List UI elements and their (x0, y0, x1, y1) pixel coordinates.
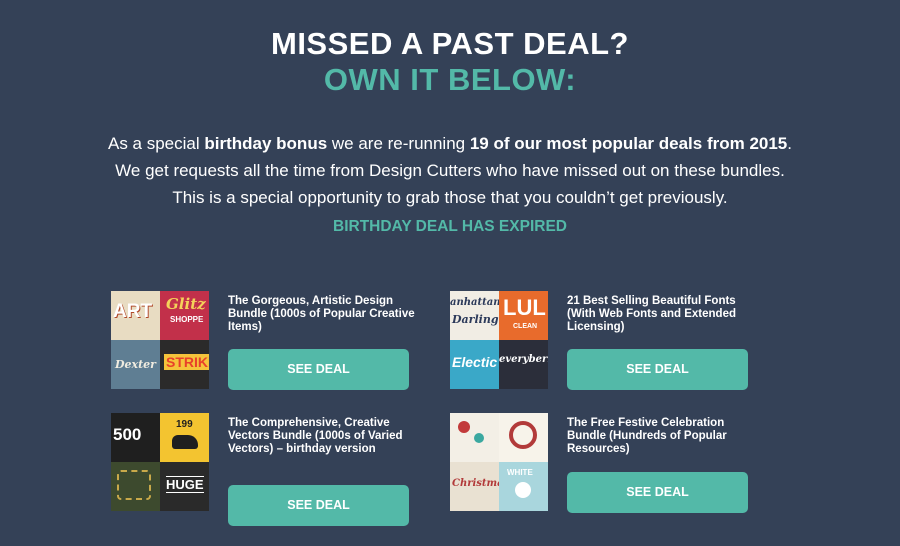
see-deal-button[interactable]: SEE DEAL (567, 349, 748, 390)
see-deal-button[interactable]: SEE DEAL (228, 349, 409, 390)
thumb-text: Christmas (452, 478, 499, 489)
thumb-text: ART (113, 301, 153, 322)
deal-card-best-selling-fonts: anhattan Darling LUL CLEAN Electic every… (450, 291, 760, 391)
deal-thumbnail[interactable]: Christmas WHITE (450, 413, 548, 511)
thumb-text: Electic (452, 354, 498, 370)
headline: MISSED A PAST DEAL? OWN IT BELOW: (0, 26, 900, 98)
thumb-text: SHOPPE (170, 315, 204, 324)
see-deal-button[interactable]: SEE DEAL (228, 485, 409, 526)
intro-paragraph-3: This is a special opportunity to grab th… (172, 188, 728, 207)
deal-title[interactable]: The Gorgeous, Artistic Design Bundle (10… (228, 295, 423, 334)
thumb-text: CLEAN (513, 323, 538, 330)
deal-card-festive-celebration-bundle: Christmas WHITE The Free Festive Celebra… (450, 413, 760, 513)
deal-title[interactable]: 21 Best Selling Beautiful Fonts (With We… (567, 295, 762, 334)
bear-icon (172, 435, 198, 449)
expired-notice: BIRTHDAY DEAL HAS EXPIRED (333, 218, 567, 235)
deal-title[interactable]: The Free Festive Celebration Bundle (Hun… (567, 417, 762, 456)
thumb-text: everyberry (499, 354, 548, 365)
thumb-text: 199 (176, 419, 193, 430)
deal-card-creative-vectors-bundle: 500 199 HUGE The Comprehensive, Creative… (111, 413, 423, 526)
deal-thumbnail[interactable]: anhattan Darling LUL CLEAN Electic every… (450, 291, 548, 389)
see-deal-button[interactable]: SEE DEAL (567, 472, 748, 513)
thumb-text: anhattan (450, 297, 499, 308)
thumb-text: LUL (503, 295, 546, 320)
intro-text: As a special birthday bonus we are re-ru… (60, 130, 840, 211)
thumb-text: Dexter (115, 358, 156, 371)
deal-thumbnail[interactable]: ART Glitz SHOPPE Dexter STRIKE (111, 291, 209, 389)
thumb-text: Darling (452, 313, 499, 326)
thumb-text: 500 (113, 425, 142, 444)
intro-paragraph-1: As a special birthday bonus we are re-ru… (107, 134, 792, 153)
ornament-icon (458, 421, 470, 433)
deal-thumbnail[interactable]: 500 199 HUGE (111, 413, 209, 511)
intro-paragraph-2: We get requests all the time from Design… (115, 161, 785, 180)
snowman-icon (515, 482, 531, 498)
thumb-text: STRIKE (164, 354, 209, 370)
headline-line-1: MISSED A PAST DEAL? (271, 26, 629, 61)
deal-title[interactable]: The Comprehensive, Creative Vectors Bund… (228, 417, 423, 456)
pattern-icon (117, 470, 151, 500)
ornament-icon (474, 433, 484, 443)
headline-line-2: OWN IT BELOW: (323, 62, 577, 97)
wreath-icon (509, 421, 537, 449)
deal-card-artistic-design-bundle: ART Glitz SHOPPE Dexter STRIKE The Gorge… (111, 291, 421, 391)
thumb-text: HUGE (166, 476, 204, 493)
thumb-text: Glitz (166, 295, 206, 313)
thumb-text: WHITE (507, 468, 533, 477)
